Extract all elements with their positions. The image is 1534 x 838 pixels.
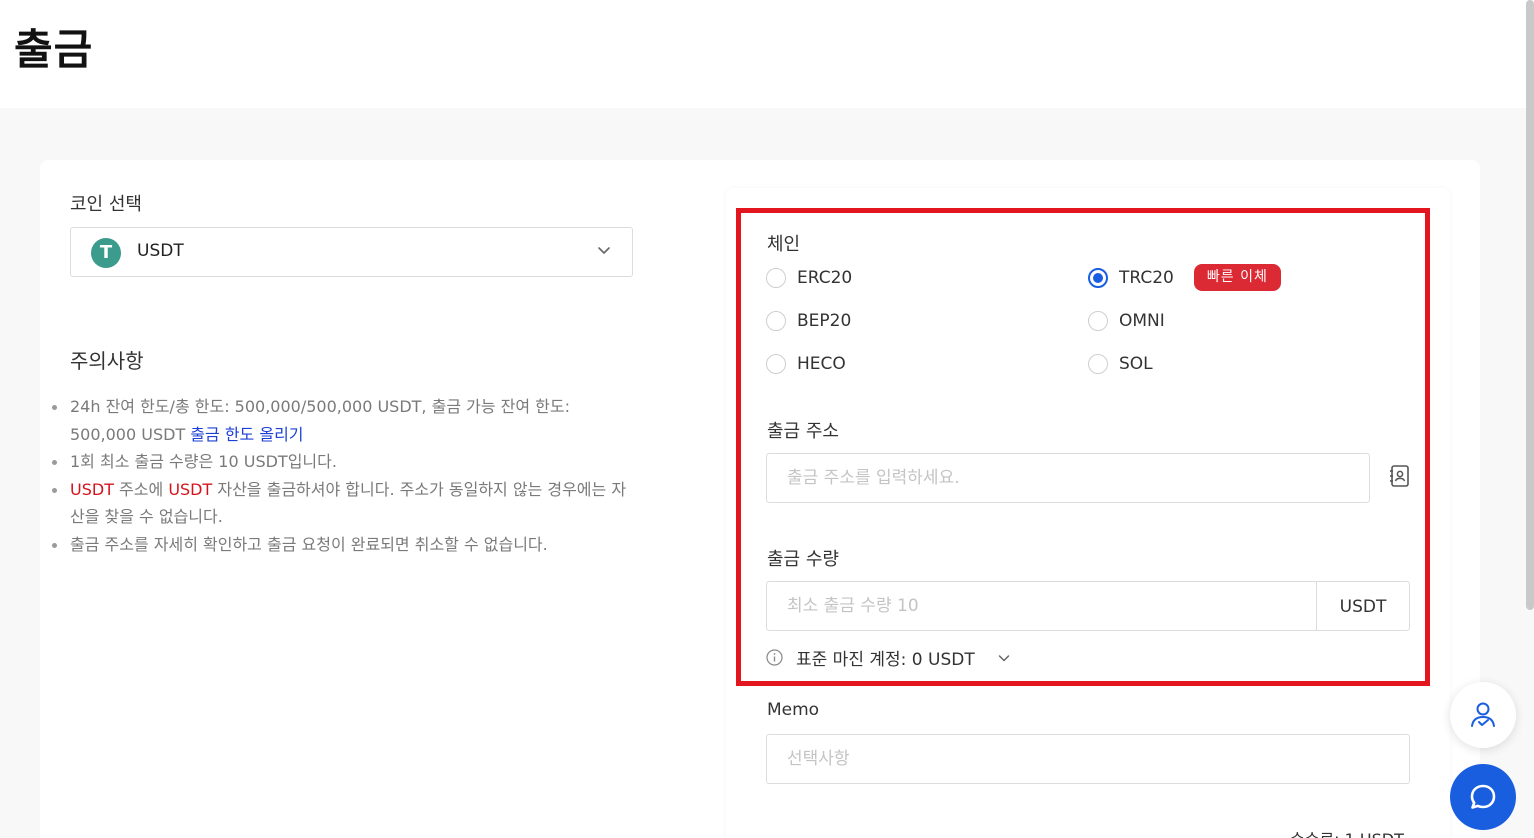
notice-list: 24h 잔여 한도/총 한도: 500,000/500,000 USDT, 출금…: [50, 393, 640, 558]
chain-option-trc20[interactable]: TRC20 빠른 이체: [1088, 264, 1281, 291]
notice-coin-highlight: USDT: [168, 479, 213, 499]
margin-account-text: 표준 마진 계정: 0 USDT: [796, 650, 975, 670]
amount-label: 출금 수량: [767, 549, 839, 570]
radio-button[interactable]: [766, 311, 786, 331]
memo-input-wrapper: [766, 734, 1410, 784]
page-title: 출금: [14, 25, 94, 74]
chain-option-label: TRC20: [1119, 267, 1174, 288]
page-header: 출금: [0, 0, 1534, 108]
chain-label: 체인: [767, 234, 801, 255]
notice-item: USDT 주소에 USDT 자산을 출금하셔야 합니다. 주소가 동일하지 않는…: [50, 476, 640, 531]
chevron-down-icon: [998, 654, 1009, 661]
memo-input[interactable]: [767, 735, 1409, 783]
radio-button[interactable]: [1088, 311, 1108, 331]
raise-limit-link[interactable]: 출금 한도 올리기: [190, 425, 303, 444]
notice-item: 1회 최소 출금 수량은 10 USDT입니다.: [50, 448, 640, 476]
chain-option-label: HECO: [797, 354, 846, 374]
usdt-coin-icon: T: [91, 238, 121, 268]
fast-transfer-badge: 빠른 이체: [1193, 264, 1281, 291]
chat-icon: [1470, 784, 1496, 809]
chain-option-label: SOL: [1119, 354, 1153, 374]
amount-unit: USDT: [1316, 581, 1410, 631]
coin-selected-value: USDT: [137, 241, 184, 261]
radio-button-checked[interactable]: [1088, 267, 1108, 288]
amount-input[interactable]: [767, 582, 1316, 630]
notice-title: 주의사항: [70, 349, 144, 373]
chevron-down-icon: [598, 247, 610, 254]
memo-label: Memo: [767, 700, 820, 720]
chat-button[interactable]: [1450, 764, 1516, 830]
chain-option-label: OMNI: [1119, 311, 1165, 331]
address-input-wrapper: [766, 453, 1370, 503]
chain-option-sol[interactable]: SOL: [1088, 354, 1153, 374]
radio-button[interactable]: [766, 354, 786, 374]
address-book-icon[interactable]: [1389, 464, 1411, 488]
coin-select-dropdown[interactable]: T USDT: [70, 227, 633, 277]
address-input[interactable]: [767, 454, 1369, 502]
info-icon: [766, 649, 783, 666]
chain-option-label: BEP20: [797, 311, 852, 331]
address-label: 출금 주소: [767, 421, 839, 442]
margin-account-toggle[interactable]: 표준 마진 계정: 0 USDT: [766, 645, 1011, 670]
notice-item: 24h 잔여 한도/총 한도: 500,000/500,000 USDT, 출금…: [50, 393, 640, 448]
amount-input-wrapper: [766, 581, 1317, 631]
radio-button[interactable]: [766, 268, 786, 288]
support-button[interactable]: [1450, 682, 1516, 748]
notice-item-text: 주소에: [113, 479, 169, 499]
page-scrollbar[interactable]: [1526, 0, 1534, 610]
chain-option-heco[interactable]: HECO: [766, 354, 846, 374]
chain-option-erc20[interactable]: ERC20: [766, 268, 852, 288]
chain-option-label: ERC20: [797, 268, 853, 288]
support-icon: [1471, 702, 1495, 727]
radio-button[interactable]: [1088, 354, 1108, 374]
notice-chain-highlight: USDT: [70, 479, 114, 499]
fee-text: 수수료: 1 USDT: [1290, 826, 1404, 838]
coin-select-label: 코인 선택: [70, 194, 142, 215]
notice-item-text: 24h 잔여 한도/총 한도: 500,000/500,000 USDT, 출금…: [70, 397, 571, 444]
chain-option-bep20[interactable]: BEP20: [766, 311, 851, 331]
notice-item: 출금 주소를 자세히 확인하고 출금 요청이 완료되면 취소할 수 없습니다.: [50, 531, 640, 559]
chain-option-omni[interactable]: OMNI: [1088, 311, 1165, 331]
